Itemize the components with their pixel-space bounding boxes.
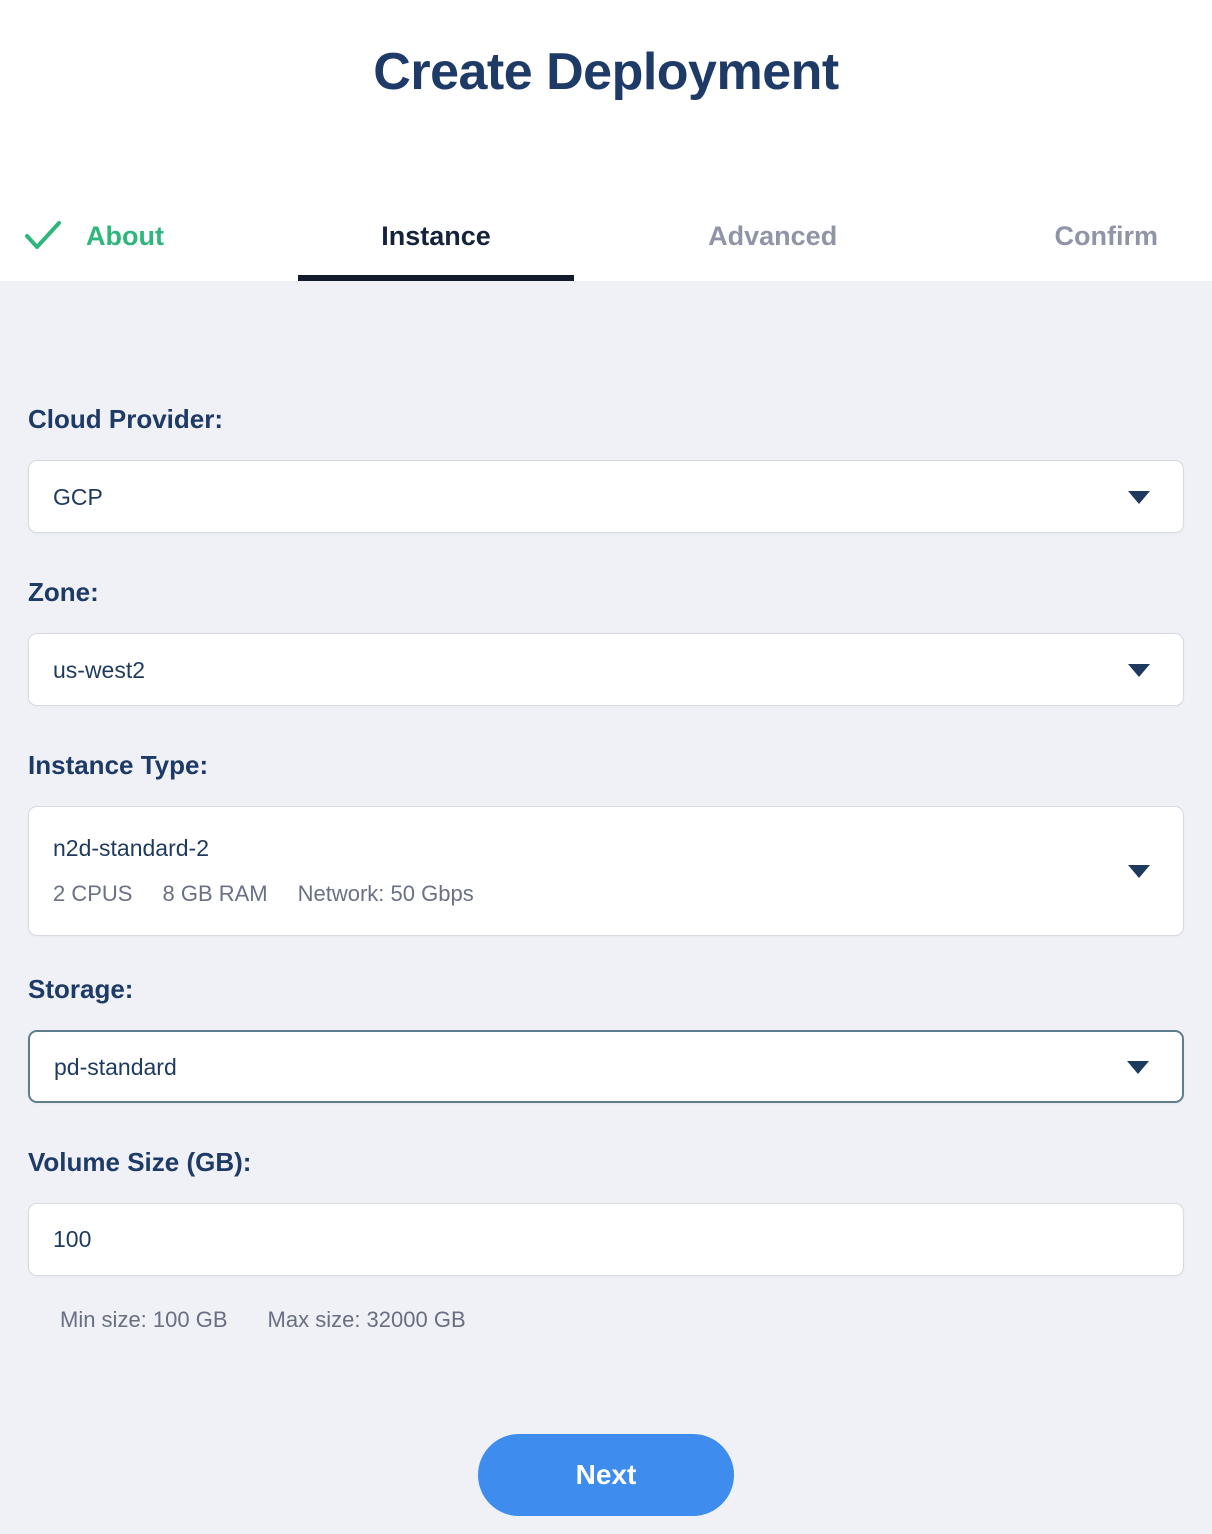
spec-ram: 8 GB RAM (162, 880, 267, 908)
tab-confirm-label: Confirm (1055, 219, 1159, 253)
chevron-down-icon (1128, 664, 1150, 677)
max-size-hint: Max size: 32000 GB (268, 1306, 466, 1334)
tab-about-label: About (86, 219, 164, 253)
cloud-provider-value: GCP (53, 483, 103, 511)
storage-select[interactable]: pd-standard (28, 1030, 1184, 1103)
cloud-provider-group: Cloud Provider: GCP (28, 402, 1184, 533)
instance-type-specs: 2 CPUS 8 GB RAM Network: 50 Gbps (53, 880, 474, 908)
tab-instance-label: Instance (381, 219, 491, 253)
next-button[interactable]: Next (478, 1434, 734, 1516)
tab-confirm[interactable]: Confirm (1055, 219, 1159, 281)
zone-label: Zone: (28, 575, 1184, 609)
tab-advanced[interactable]: Advanced (708, 219, 837, 281)
instance-type-group: Instance Type: n2d-standard-2 2 CPUS 8 G… (28, 748, 1184, 936)
storage-label: Storage: (28, 972, 1184, 1006)
tab-advanced-label: Advanced (708, 219, 837, 253)
tab-instance[interactable]: Instance (381, 219, 491, 281)
instance-type-label: Instance Type: (28, 748, 1184, 782)
tab-about[interactable]: About (24, 219, 164, 281)
chevron-down-icon (1128, 491, 1150, 504)
check-icon (24, 219, 62, 251)
page-title: Create Deployment (0, 42, 1212, 102)
volume-size-hints: Min size: 100 GB Max size: 32000 GB (28, 1306, 1184, 1334)
zone-group: Zone: us-west2 (28, 575, 1184, 706)
spec-cpus: 2 CPUS (53, 880, 132, 908)
instance-form: Cloud Provider: GCP Zone: us-west2 Insta… (0, 402, 1212, 1516)
zone-value: us-west2 (53, 656, 145, 684)
zone-select[interactable]: us-west2 (28, 633, 1184, 706)
volume-size-group: Volume Size (GB): Min size: 100 GB Max s… (28, 1145, 1184, 1334)
storage-value: pd-standard (54, 1053, 177, 1081)
volume-size-input[interactable] (28, 1203, 1184, 1276)
volume-size-label: Volume Size (GB): (28, 1145, 1184, 1179)
storage-group: Storage: pd-standard (28, 972, 1184, 1103)
page-header: Create Deployment About Instance Advance… (0, 0, 1212, 281)
chevron-down-icon (1127, 1061, 1149, 1074)
cloud-provider-select[interactable]: GCP (28, 460, 1184, 533)
wizard-tab-bar: About Instance Advanced Confirm (0, 219, 1212, 281)
instance-type-value: n2d-standard-2 (53, 834, 209, 862)
cloud-provider-label: Cloud Provider: (28, 402, 1184, 436)
min-size-hint: Min size: 100 GB (60, 1306, 228, 1334)
instance-type-select[interactable]: n2d-standard-2 2 CPUS 8 GB RAM Network: … (28, 806, 1184, 936)
chevron-down-icon (1128, 865, 1150, 878)
spec-network: Network: 50 Gbps (298, 880, 474, 908)
